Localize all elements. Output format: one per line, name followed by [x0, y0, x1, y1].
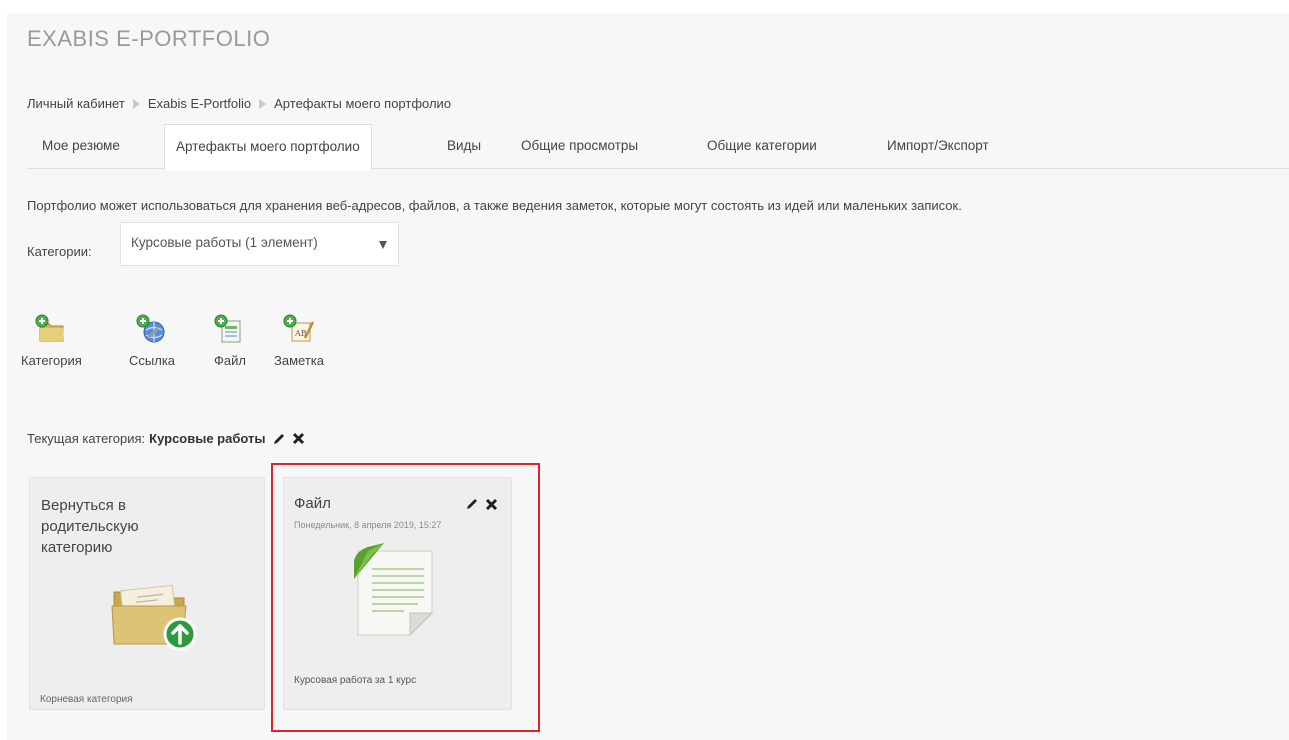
add-category-icon: [35, 314, 65, 342]
folder-up-icon: [111, 584, 197, 651]
add-note-button[interactable]: AB Заметка: [274, 314, 324, 368]
file-artefact-card[interactable]: Файл Понедельник, 8 апреля 2019, 15:27 К…: [283, 477, 512, 710]
edit-category-icon[interactable]: [272, 432, 286, 446]
breadcrumb-item-portfolio[interactable]: Exabis E-Portfolio: [148, 96, 251, 111]
add-link-icon: [136, 314, 165, 343]
category-select-value: Курсовые работы (1 элемент): [131, 235, 318, 250]
breadcrumb: Личный кабинет Exabis E-Portfolio Артефа…: [27, 96, 451, 111]
document-icon: [354, 543, 434, 637]
file-card-description: Курсовая работа за 1 курс: [294, 675, 417, 686]
page-title: EXABIS E-PORTFOLIO: [27, 26, 271, 51]
file-card-title: Файл: [294, 495, 331, 512]
breadcrumb-item-current: Артефакты моего портфолио: [274, 96, 452, 111]
parent-category-title: Вернуться в родительскую категорию: [41, 497, 139, 556]
add-note-icon: AB: [283, 314, 315, 342]
category-filter-label: Категории:: [27, 244, 92, 259]
breadcrumb-item-dashboard[interactable]: Личный кабинет: [27, 96, 125, 111]
add-category-label: Категория: [21, 353, 82, 368]
tab-shared-views[interactable]: Общие просмотры: [521, 124, 638, 169]
tab-shared-categories[interactable]: Общие категории: [707, 124, 817, 169]
tab-artefacts[interactable]: Артефакты моего портфолио: [164, 124, 372, 170]
top-strip: [0, 0, 1289, 13]
delete-file-icon[interactable]: [485, 498, 498, 511]
add-file-button[interactable]: Файл: [212, 314, 248, 368]
tab-views[interactable]: Виды: [447, 124, 481, 169]
category-select[interactable]: Курсовые работы (1 элемент): [120, 222, 399, 266]
edit-file-icon[interactable]: [465, 497, 479, 511]
parent-category-card[interactable]: Вернуться в родительскую категорию Корне…: [29, 477, 265, 710]
tab-import-export[interactable]: Импорт/Экспорт: [887, 124, 989, 169]
delete-category-icon[interactable]: [292, 432, 305, 445]
root-category-label: Корневая категория: [40, 694, 133, 705]
add-file-label: Файл: [214, 353, 246, 368]
add-file-icon: [214, 314, 241, 343]
add-category-button[interactable]: Категория: [21, 314, 82, 368]
breadcrumb-separator-icon: [259, 98, 267, 109]
current-category: Текущая категория: Курсовые работы: [27, 431, 305, 446]
add-note-label: Заметка: [274, 353, 324, 368]
breadcrumb-separator-icon: [132, 98, 140, 109]
file-card-date: Понедельник, 8 апреля 2019, 15:27: [294, 520, 442, 530]
tab-bar: Мое резюме Артефакты моего портфолио Вид…: [27, 124, 1289, 170]
current-category-name: Курсовые работы: [149, 431, 266, 446]
dropdown-caret-icon: [379, 241, 387, 249]
description-text: Портфолио может использоваться для хране…: [27, 198, 962, 213]
tab-resume[interactable]: Мое резюме: [42, 124, 120, 169]
add-link-label: Ссылка: [129, 353, 176, 368]
current-category-label: Текущая категория:: [27, 431, 146, 446]
add-link-button[interactable]: Ссылка: [129, 314, 175, 368]
file-card-actions: [465, 497, 498, 511]
